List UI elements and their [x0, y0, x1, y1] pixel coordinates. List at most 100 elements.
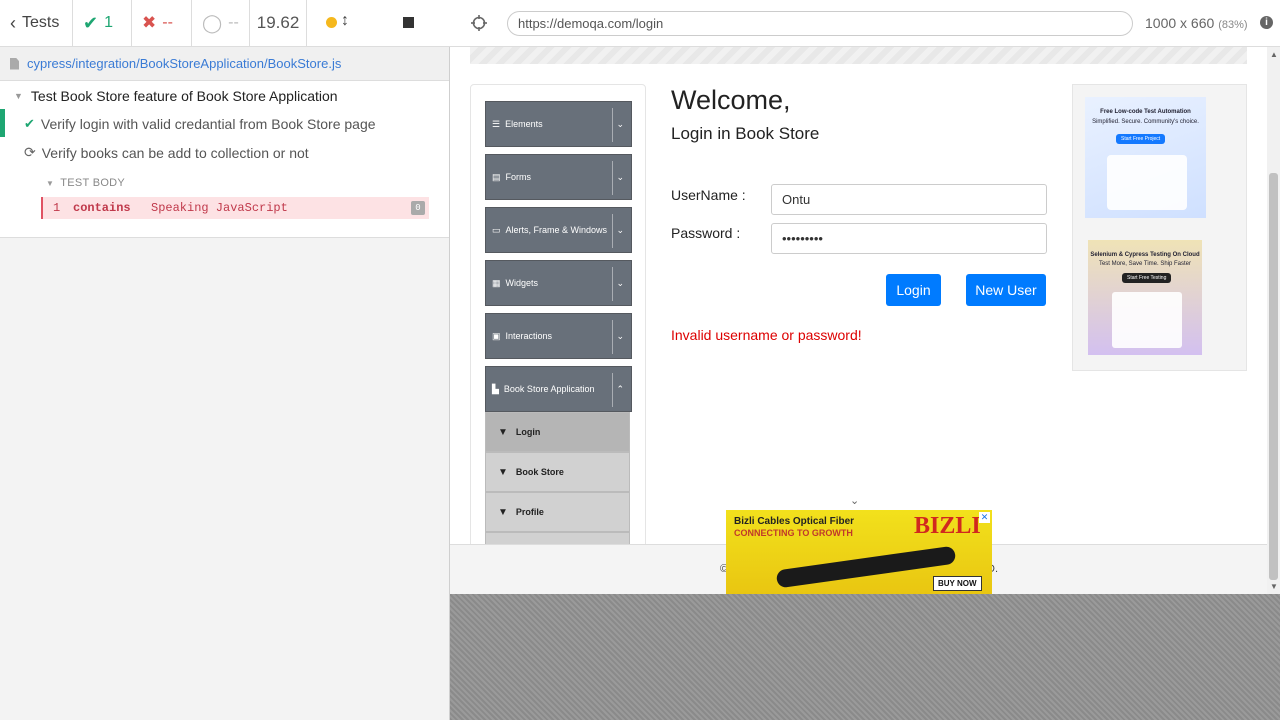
tests-back-button[interactable]: ‹ Tests: [0, 0, 73, 47]
page-scrollbar[interactable]: ▲ ▼: [1267, 47, 1280, 594]
menu-item-profile[interactable]: ▼ Profile: [485, 492, 630, 532]
menu-item-label: Book Store: [515, 467, 564, 477]
test-item-running[interactable]: ⟳ Verify books can be add to collection …: [24, 144, 309, 161]
form-icon: ▤: [492, 171, 501, 182]
ad-subtitle: Test More, Save Time. Ship Faster: [1098, 261, 1192, 267]
runnables-list: ▼ Test Book Store feature of Book Store …: [0, 81, 449, 238]
menu-group-label: Interactions: [505, 331, 553, 341]
scroll-down-icon[interactable]: ▼: [1270, 582, 1278, 591]
caret-down-icon: ▼: [14, 91, 23, 101]
scroll-toggle-icon[interactable]: ↕: [341, 12, 349, 30]
grid-icon: ▦: [492, 277, 501, 288]
test-item-passed[interactable]: ✔ Verify login with valid credantial fro…: [24, 116, 376, 132]
menu-group-interactions[interactable]: ▣ Interactions ⌄: [485, 313, 632, 359]
square-icon: ▣: [492, 330, 501, 341]
command-name: contains: [73, 201, 131, 215]
new-user-button[interactable]: New User: [966, 274, 1046, 306]
menu-divider: [612, 108, 613, 142]
menu-group-book-store[interactable]: ▙ Book Store Application ⌃: [485, 366, 632, 412]
scroll-up-icon[interactable]: ▲: [1270, 50, 1278, 59]
passed-count[interactable]: ✔ 1: [73, 0, 132, 47]
menu-group-label: Alerts, Frame & Windows: [505, 225, 608, 235]
caret-down-icon: ▼: [46, 178, 55, 188]
stop-button[interactable]: [403, 16, 414, 28]
menu-item-label: Profile: [515, 507, 544, 517]
spec-path-link[interactable]: cypress/integration/BookStoreApplication…: [27, 56, 341, 71]
file-icon: [10, 57, 19, 70]
pending-number: --: [228, 14, 239, 31]
check-icon: ✔: [24, 116, 35, 131]
banner-ad[interactable]: Bizli Cables Optical Fiber CONNECTING TO…: [726, 510, 992, 594]
username-input[interactable]: Ontu: [771, 184, 1047, 215]
test-title: Verify books can be add to collection or…: [41, 144, 309, 161]
menu-group-label: Book Store Application: [503, 384, 595, 394]
menu-group-label: Forms: [505, 172, 532, 182]
suite-title[interactable]: ▼ Test Book Store feature of Book Store …: [14, 88, 338, 104]
menu-group-widgets[interactable]: ▦ Widgets ⌄: [485, 260, 632, 306]
menu-group-forms[interactable]: ▤ Forms ⌄: [485, 154, 632, 200]
menu-item-book-store[interactable]: ▼ Book Store: [485, 452, 630, 492]
menu-divider: [612, 161, 613, 195]
menu-group-elements[interactable]: ☰ Elements ⌄: [485, 101, 632, 147]
login-button[interactable]: Login: [886, 274, 941, 306]
menu-divider: [612, 320, 613, 354]
chevron-up-icon: ⌃: [616, 384, 624, 394]
menu-item-login[interactable]: ▼ Login: [485, 412, 630, 452]
banner-title: Bizli Cables Optical Fiber: [734, 516, 855, 527]
ad-low-code[interactable]: Free Low-code Test Automation Simplified…: [1085, 97, 1206, 218]
menu-divider: [612, 373, 613, 407]
selector-playground-icon[interactable]: [470, 14, 488, 32]
banner-buy-button[interactable]: BUY NOW: [933, 576, 982, 591]
info-icon[interactable]: i: [1260, 16, 1273, 29]
app-runner: https://demoqa.com/login 1000 x 660 (83%…: [450, 0, 1280, 720]
command-row[interactable]: 1 contains Speaking JavaScript 0: [41, 197, 429, 219]
suite-title-text: Test Book Store feature of Book Store Ap…: [30, 88, 338, 104]
test-body-label[interactable]: ▼ TEST BODY: [46, 177, 125, 189]
url-input[interactable]: https://demoqa.com/login: [507, 11, 1133, 36]
ad-cta-button[interactable]: Start Free Testing: [1122, 273, 1172, 283]
command-message: Speaking JavaScript: [151, 201, 288, 215]
chevron-down-icon: ⌄: [850, 495, 860, 507]
window-icon: ▭: [492, 224, 501, 235]
ad-title: Free Low-code Test Automation: [1100, 109, 1191, 115]
chevron-down-icon: ⌄: [616, 119, 624, 129]
username-label: UserName :: [671, 187, 746, 203]
cable-image: [775, 545, 957, 589]
failed-count[interactable]: ✖ --: [132, 0, 192, 47]
list-icon: ☰: [492, 118, 501, 129]
app-iframe: ☰ Elements ⌄ ▤ Forms ⌄ ▭ Alerts, Frame &…: [450, 47, 1280, 594]
circle-notch-icon: ◯: [202, 12, 223, 33]
check-icon: ✔: [83, 12, 99, 33]
close-icon[interactable]: ✕: [979, 512, 990, 523]
ad-sidebar: Free Low-code Test Automation Simplified…: [1072, 84, 1247, 371]
chevron-down-icon: ⌄: [616, 278, 624, 288]
command-badge: 0: [411, 201, 425, 215]
menu-divider: [612, 214, 613, 248]
scrollbar-thumb[interactable]: [1269, 173, 1278, 580]
passed-number: 1: [104, 14, 113, 31]
chevron-down-icon: ⌄: [616, 172, 624, 182]
ad-cta-button[interactable]: Start Free Project: [1116, 134, 1166, 144]
pending-count[interactable]: ◯ --: [192, 0, 250, 47]
url-bar: https://demoqa.com/login 1000 x 660 (83%…: [450, 0, 1280, 47]
test-title: Verify login with valid credantial from …: [40, 116, 376, 132]
book-icon: ▙: [492, 383, 499, 394]
html5-icon: ▼: [498, 506, 508, 518]
left-menu: ☰ Elements ⌄ ▤ Forms ⌄ ▭ Alerts, Frame &…: [470, 84, 646, 554]
chevron-down-icon: ⌄: [616, 225, 624, 235]
password-input[interactable]: •••••••••: [771, 223, 1047, 254]
menu-group-alerts[interactable]: ▭ Alerts, Frame & Windows ⌄: [485, 207, 632, 253]
cross-icon: ✖: [142, 13, 157, 32]
ad-illustration: [1107, 155, 1187, 210]
error-message: Invalid username or password!: [671, 327, 862, 343]
page-subtitle: Login in Book Store: [671, 124, 820, 143]
cypress-reporter: ‹ Tests ✔ 1 ✖ -- ◯ -- 19.62 ↕ cypress/in…: [0, 0, 450, 720]
menu-group-label: Elements: [505, 119, 543, 129]
duration-display: 19.62: [250, 0, 307, 47]
ad-cloud-testing[interactable]: Selenium & Cypress Testing On Cloud Test…: [1088, 240, 1202, 355]
test-body-text: TEST BODY: [60, 177, 126, 189]
failed-number: --: [162, 14, 173, 31]
viewport-size: 1000 x 660 (83%): [1145, 15, 1248, 31]
header-pattern: [470, 47, 1247, 64]
viewport-scale: (83%): [1218, 19, 1248, 31]
